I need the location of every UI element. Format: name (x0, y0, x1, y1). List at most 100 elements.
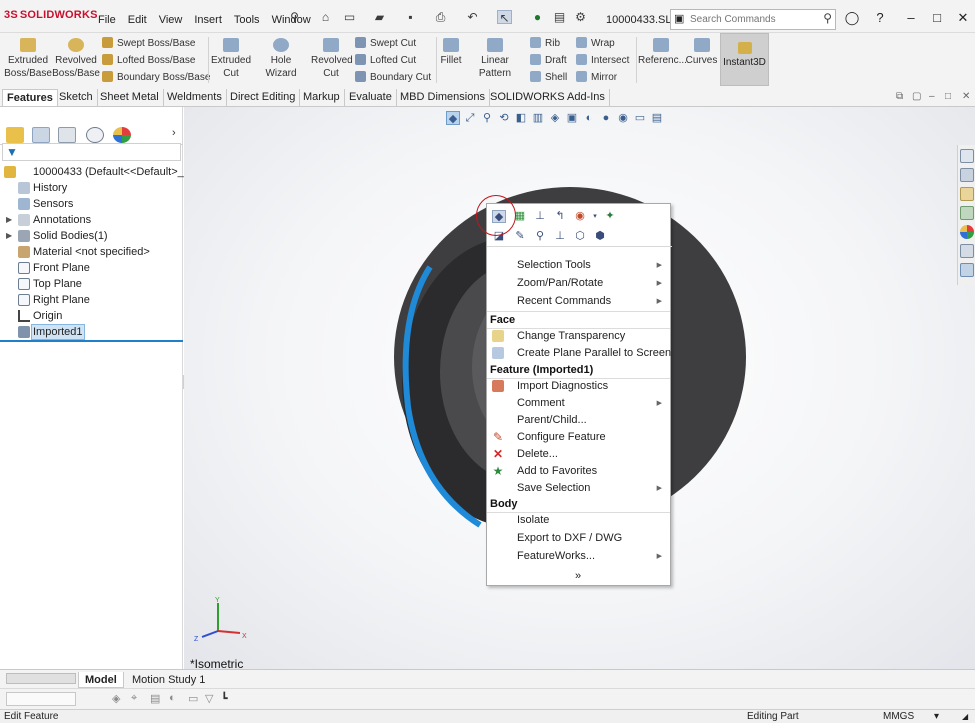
menu-expand[interactable]: » (487, 568, 670, 585)
tab-evaluate[interactable]: Evaluate (345, 89, 397, 106)
menu-delete[interactable]: ✕ Delete... (487, 446, 670, 463)
menu-import-diagnostics[interactable]: Import Diagnostics (487, 378, 670, 395)
fillet-button[interactable]: Fillet (438, 38, 464, 67)
menu-tools[interactable]: Tools (234, 14, 260, 26)
linear-pattern-button[interactable]: Linear Pattern (465, 38, 525, 80)
solidworks-logo[interactable]: 3S SOLIDWORKS (4, 9, 98, 21)
menu-export-dxf-dwg[interactable]: Export to DXF / DWG (487, 530, 670, 547)
appearance-icon[interactable]: ◉ (573, 210, 587, 223)
tile-view-icon[interactable]: ▢ (912, 91, 921, 102)
extruded-boss-button[interactable]: Extruded Boss/Base (4, 38, 52, 80)
file-explorer-icon[interactable] (960, 187, 974, 201)
filter-tool-icon[interactable]: ▽ (205, 692, 213, 705)
dimension-tool-icon[interactable]: ┗ (221, 692, 228, 705)
isometric-view-icon[interactable]: ⬡ (573, 230, 587, 243)
pin-icon[interactable]: ⚲ (287, 10, 302, 24)
menu-insert[interactable]: Insert (194, 14, 222, 26)
tab-model[interactable]: Model (78, 672, 124, 688)
search-icon[interactable]: ⚲ (823, 11, 832, 25)
help-icon[interactable]: ? (872, 11, 888, 25)
expand-arrow-icon[interactable]: ▶ (6, 228, 12, 244)
menu-create-plane-parallel[interactable]: Create Plane Parallel to Screen (487, 345, 671, 362)
boundary-boss-button[interactable]: Boundary Boss/Base (102, 71, 210, 83)
search-input[interactable] (690, 12, 818, 27)
tree-item-imported1[interactable]: Imported1 (0, 324, 183, 340)
hide-tool-icon[interactable]: ▭ (188, 692, 198, 705)
save-icon[interactable]: ▪ (403, 10, 418, 24)
lofted-cut-button[interactable]: Lofted Cut (355, 54, 416, 66)
menu-zoom-pan-rotate[interactable]: Zoom/Pan/Rotate ▶ (487, 275, 670, 292)
view-palette-icon[interactable] (960, 206, 974, 220)
tree-item-sensors[interactable]: Sensors (0, 196, 183, 212)
configuration-manager-tab-icon[interactable] (58, 127, 76, 143)
maximize-icon[interactable]: □ (929, 11, 945, 25)
feature-tree-tab-icon[interactable] (6, 127, 24, 143)
copy-appearance-icon[interactable]: ✦ (603, 210, 617, 223)
close-icon[interactable]: ✕ (955, 11, 971, 25)
configuration-dropdown[interactable] (6, 692, 76, 706)
swept-cut-button[interactable]: Swept Cut (355, 37, 416, 49)
tab-scroll-controls[interactable] (6, 673, 76, 684)
revolved-cut-button[interactable]: Revolved Cut (311, 38, 353, 80)
resize-grip-icon[interactable]: ◢ (962, 710, 968, 723)
tree-item-solid-bodies[interactable]: ▶ Solid Bodies(1) (0, 228, 183, 244)
hole-wizard-button[interactable]: Hole Wizard (254, 38, 308, 80)
wrap-button[interactable]: Wrap (576, 37, 615, 49)
tab-motion-study-1[interactable]: Motion Study 1 (126, 672, 211, 688)
tab-sketch[interactable]: Sketch (55, 89, 98, 106)
menu-selection-tools[interactable]: Selection Tools ▶ (487, 257, 670, 274)
extruded-cut-button[interactable]: Extruded Cut (211, 38, 251, 80)
solidworks-resources-icon[interactable] (960, 149, 974, 163)
sketch-icon[interactable]: ✎ (513, 230, 527, 243)
doc-close-icon[interactable]: ✕ (962, 91, 970, 102)
mirror-button[interactable]: Mirror (576, 71, 617, 83)
curves-button[interactable]: Curves (685, 38, 718, 67)
menu-add-to-favorites[interactable]: ★ Add to Favorites (487, 463, 670, 480)
appearance-dropdown-icon[interactable]: ▾ (588, 210, 602, 223)
tree-root-part[interactable]: 10000433 (Default<<Default>_D (0, 164, 192, 180)
custom-properties-icon[interactable] (960, 244, 974, 258)
menu-parent-child[interactable]: Parent/Child... (487, 412, 670, 429)
menu-view[interactable]: View (159, 14, 183, 26)
search-scope-icon[interactable]: ▣ (674, 12, 688, 26)
instant3d-button[interactable]: Instant3D (720, 33, 769, 86)
intersect-button[interactable]: Intersect (576, 54, 629, 66)
rib-button[interactable]: Rib (530, 37, 560, 49)
appearances-icon[interactable] (960, 225, 974, 239)
display-tool-icon[interactable]: ◈ (112, 692, 120, 705)
plane-view-icon[interactable]: ⊥ (553, 230, 567, 243)
menu-edit[interactable]: Edit (128, 14, 147, 26)
home-icon[interactable]: ⌂ (318, 10, 333, 24)
file-properties-icon[interactable]: ▤ (552, 10, 567, 24)
shell-button[interactable]: Shell (530, 71, 567, 83)
search-commands[interactable]: ▣ ⚲ (670, 9, 836, 30)
tab-markup[interactable]: Markup (299, 89, 345, 106)
normal-to-icon[interactable]: ⊥ (533, 210, 547, 223)
reference-geometry-button[interactable]: Referenc... (638, 38, 687, 67)
dimxpert-tab-icon[interactable] (86, 127, 104, 143)
boundary-cut-button[interactable]: Boundary Cut (355, 71, 431, 83)
menu-recent-commands[interactable]: Recent Commands ▶ (487, 293, 670, 310)
tab-sheet-metal[interactable]: Sheet Metal (96, 89, 164, 106)
status-custom-icon[interactable]: ▾ (934, 710, 939, 723)
draft-button[interactable]: Draft (530, 54, 567, 66)
expand-tabs-icon[interactable]: › (172, 127, 176, 139)
open-folder-icon[interactable]: ▰ (372, 10, 387, 24)
menu-featureworks[interactable]: FeatureWorks... ▶ (487, 548, 670, 565)
select-cursor-icon[interactable]: ↖ (497, 10, 512, 25)
menu-save-selection[interactable]: Save Selection ▶ (487, 480, 670, 497)
tab-direct-editing[interactable]: Direct Editing (226, 89, 301, 106)
lofted-boss-button[interactable]: Lofted Boss/Base (102, 54, 195, 66)
tree-item-annotations[interactable]: ▶ Annotations (0, 212, 183, 228)
swept-boss-button[interactable]: Swept Boss/Base (102, 37, 195, 49)
section-tool-icon[interactable]: ◐ (169, 692, 176, 704)
tree-item-top-plane[interactable]: Top Plane (0, 276, 183, 292)
design-library-icon[interactable] (960, 168, 974, 182)
menu-comment[interactable]: Comment ▶ (487, 395, 670, 412)
tree-item-material[interactable]: Material <not specified> (0, 244, 183, 260)
tab-weldments[interactable]: Weldments (163, 89, 227, 106)
zebra-tool-icon[interactable]: ▤ (150, 692, 160, 705)
menu-change-transparency[interactable]: Change Transparency (487, 328, 670, 345)
rollback-icon[interactable]: ↰ (553, 210, 567, 223)
restore-view-icon[interactable]: ⧉ (896, 91, 903, 102)
